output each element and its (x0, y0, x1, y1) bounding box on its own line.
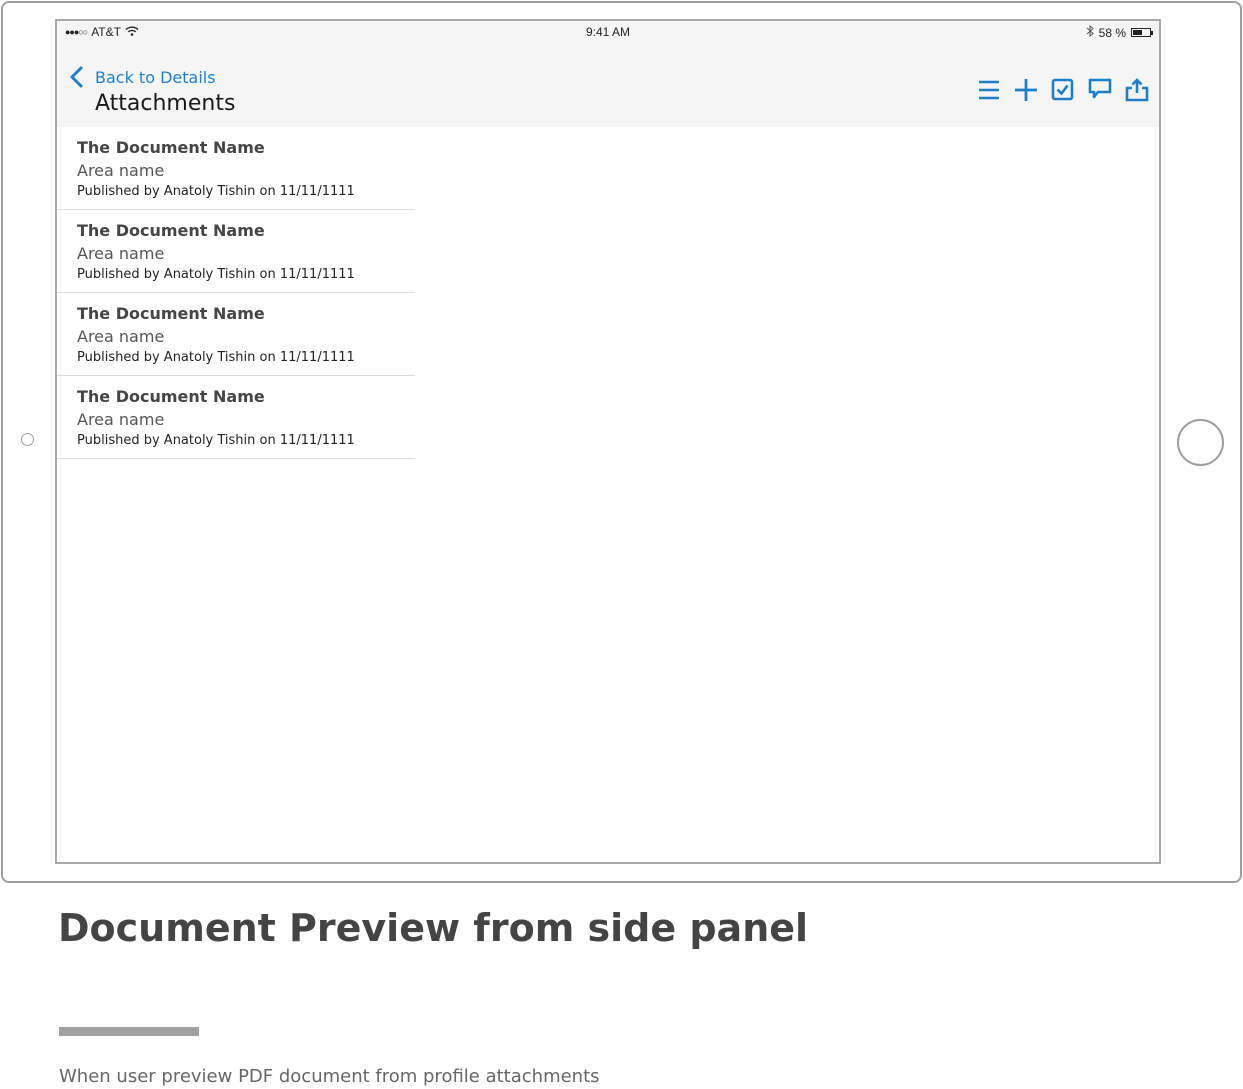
document-name: The Document Name (77, 387, 265, 406)
share-button[interactable] (1124, 77, 1149, 102)
page-caption: When user preview PDF document from prof… (59, 1066, 600, 1087)
list-item[interactable]: The Document Name Area name Published by… (57, 376, 415, 459)
top-bar: ●●●○○ AT&T 9:41 AM 58 % Back to Details … (57, 21, 1159, 127)
menu-button[interactable] (976, 77, 1001, 102)
add-icon (1014, 78, 1037, 101)
published-info: Published by Anatoly Tishin on 11/11/111… (77, 184, 355, 199)
battery-icon (1131, 28, 1153, 37)
back-button[interactable]: Back to Details (65, 65, 216, 89)
published-info: Published by Anatoly Tishin on 11/11/111… (77, 267, 355, 282)
page-heading: Document Preview from side panel (58, 906, 809, 950)
document-name: The Document Name (77, 221, 265, 240)
status-right: 58 % (1086, 24, 1153, 40)
page-title: Attachments (95, 91, 236, 116)
published-info: Published by Anatoly Tishin on 11/11/111… (77, 350, 355, 365)
list-item[interactable]: The Document Name Area name Published by… (57, 293, 415, 376)
list-item[interactable]: The Document Name Area name Published by… (57, 210, 415, 293)
select-button[interactable] (1050, 77, 1075, 102)
attachments-list: The Document Name Area name Published by… (57, 127, 415, 459)
status-bar: ●●●○○ AT&T 9:41 AM 58 % (57, 21, 1159, 45)
back-label: Back to Details (95, 67, 216, 87)
document-name: The Document Name (77, 304, 265, 323)
area-name: Area name (77, 410, 165, 429)
area-name: Area name (77, 161, 165, 180)
toolbar (976, 77, 1149, 102)
tablet-screen: ●●●○○ AT&T 9:41 AM 58 % Back to Details … (55, 19, 1161, 864)
status-time: 9:41 AM (585, 25, 631, 39)
checkbox-icon (1051, 78, 1073, 100)
divider-bar (59, 1027, 199, 1036)
published-info: Published by Anatoly Tishin on 11/11/111… (77, 433, 355, 448)
add-button[interactable] (1013, 77, 1038, 102)
area-name: Area name (77, 327, 165, 346)
home-button[interactable] (1177, 419, 1224, 466)
menu-icon (978, 80, 999, 99)
chevron-left-icon (70, 66, 83, 88)
document-name: The Document Name (77, 138, 265, 157)
list-item[interactable]: The Document Name Area name Published by… (57, 127, 415, 210)
battery-percent: 58 % (1098, 25, 1126, 40)
comment-icon (1088, 78, 1111, 98)
comment-button[interactable] (1087, 77, 1112, 102)
area-name: Area name (77, 244, 165, 263)
share-icon (1125, 77, 1148, 101)
bluetooth-icon (1086, 24, 1094, 40)
camera-dot (21, 433, 34, 446)
